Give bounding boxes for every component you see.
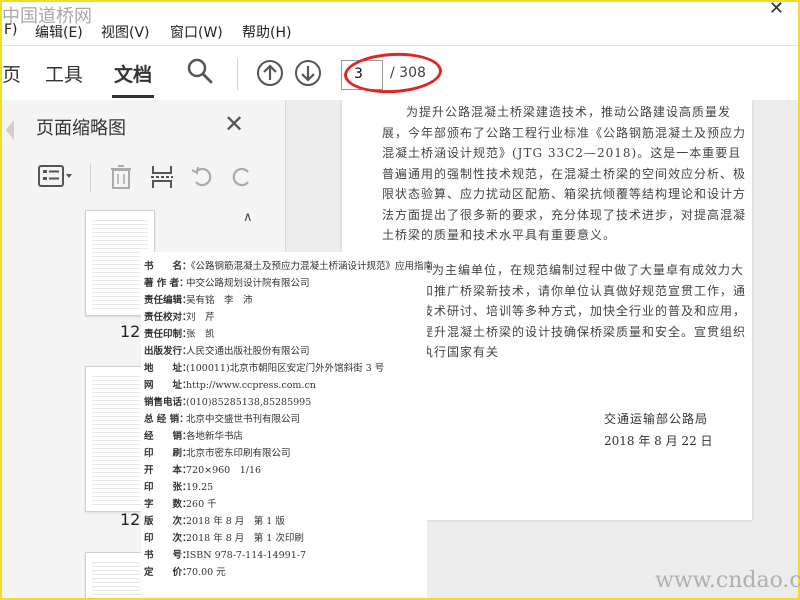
window-close-icon[interactable]: ✕	[769, 0, 784, 18]
copyright-row: 定 价：70.00 元	[144, 567, 226, 578]
thumbnail-options-icon[interactable]	[38, 164, 74, 193]
title-bar: ✕	[0, 0, 800, 18]
delete-icon[interactable]	[110, 164, 132, 195]
copyright-row: 字 数：260 千	[144, 499, 217, 510]
watermark-top: 中国道桥网	[2, 6, 92, 27]
menu-view[interactable]: 视图(V)	[101, 22, 150, 42]
copyright-row: 责任校对：刘 芹	[144, 312, 215, 323]
close-icon[interactable]: ✕	[224, 110, 244, 138]
body-paragraph-2: 位作为主编单位，在规范编制过程中做了大量卓有成效力大力宣传和推广桥梁新技术，请你…	[382, 263, 747, 359]
chevron-up-icon[interactable]: ∧	[243, 210, 253, 225]
insert-page-icon[interactable]	[150, 164, 174, 195]
next-page-icon[interactable]	[294, 59, 322, 92]
tab-document[interactable]: 文档	[114, 60, 152, 87]
active-tab-indicator	[112, 95, 154, 98]
copyright-row: 印 刷：北京市密东印刷有限公司	[144, 448, 291, 459]
search-icon[interactable]	[186, 57, 214, 90]
copyright-row: 责任编辑：吴有铭 李 沛	[144, 295, 253, 306]
menu-help[interactable]: 帮助(H)	[242, 22, 291, 42]
copyright-row: 地 址：(100011)北京市朝阳区安定门外外馆斜街 3 号	[144, 363, 385, 374]
copyright-row: 销售电话：(010)85285138,85285995	[144, 397, 312, 408]
copyright-row: 开 本：720×960 1/16	[144, 465, 262, 476]
page-total: / 308	[390, 65, 426, 81]
copyright-row: 网 址：http://www.ccpress.com.cn	[144, 380, 316, 391]
copyright-row: 经 销：各地新华书店	[144, 431, 244, 442]
body-paragraph-1: 为提升公路混凝土桥梁建造技术，推动公路建设高质量发展，今年部颁布了公路工程行业标…	[382, 105, 747, 242]
rotate-right-icon[interactable]	[230, 164, 254, 193]
copyright-row: 印 张：19.25	[144, 482, 214, 493]
rotate-left-icon[interactable]	[190, 164, 214, 193]
menu-window[interactable]: 窗口(W)	[170, 22, 223, 42]
panel-collapse-notch[interactable]	[6, 120, 14, 140]
tab-tools[interactable]: 工具	[45, 60, 83, 87]
tab-home[interactable]: 页	[2, 60, 21, 87]
page-number-input[interactable]	[342, 61, 380, 87]
panel-title: 页面缩略图	[36, 118, 126, 139]
toolbar-separator	[237, 58, 238, 90]
copyright-row: 书 号：ISBN 978-7-114-14991-7	[144, 550, 306, 561]
copyright-row: 版 次：2018 年 8 月 第 1 版	[144, 516, 285, 527]
copyright-row: 印 次：2018 年 8 月 第 1 次印刷	[144, 533, 304, 544]
copyright-row: 责任印制：张 凯	[144, 329, 215, 340]
menu-bar: F) 编辑(E) 视图(V) 窗口(W) 帮助(H)	[0, 20, 800, 44]
copyright-row: 书 名：《公路钢筋混凝土及预应力混凝土桥涵设计规范》应用指南	[144, 261, 434, 272]
toolbar: 页 工具 文档 / 308	[0, 45, 800, 101]
watermark-bottom: www.cndao.com	[655, 568, 800, 593]
panel-toolbar-separator	[90, 164, 91, 192]
copyright-row: 著 作 者：中交公路规划设计院有限公司	[144, 278, 310, 289]
copyright-row: 出版发行：人民交通出版社股份有限公司	[144, 346, 310, 357]
signature-date: 2018 年 8 月 22 日	[604, 434, 713, 448]
copyright-row: 总 经 销：北京中交盛世书刊有限公司	[144, 414, 301, 425]
page-number-box	[341, 60, 383, 90]
panel-toolbar	[30, 160, 270, 196]
copyright-info-overlay: 书 名：《公路钢筋混凝土及预应力混凝土桥涵设计规范》应用指南 著 作 者：中交公…	[141, 252, 433, 600]
previous-page-icon[interactable]	[256, 59, 284, 92]
signature-organization: 交通运输部公路局	[604, 412, 709, 426]
